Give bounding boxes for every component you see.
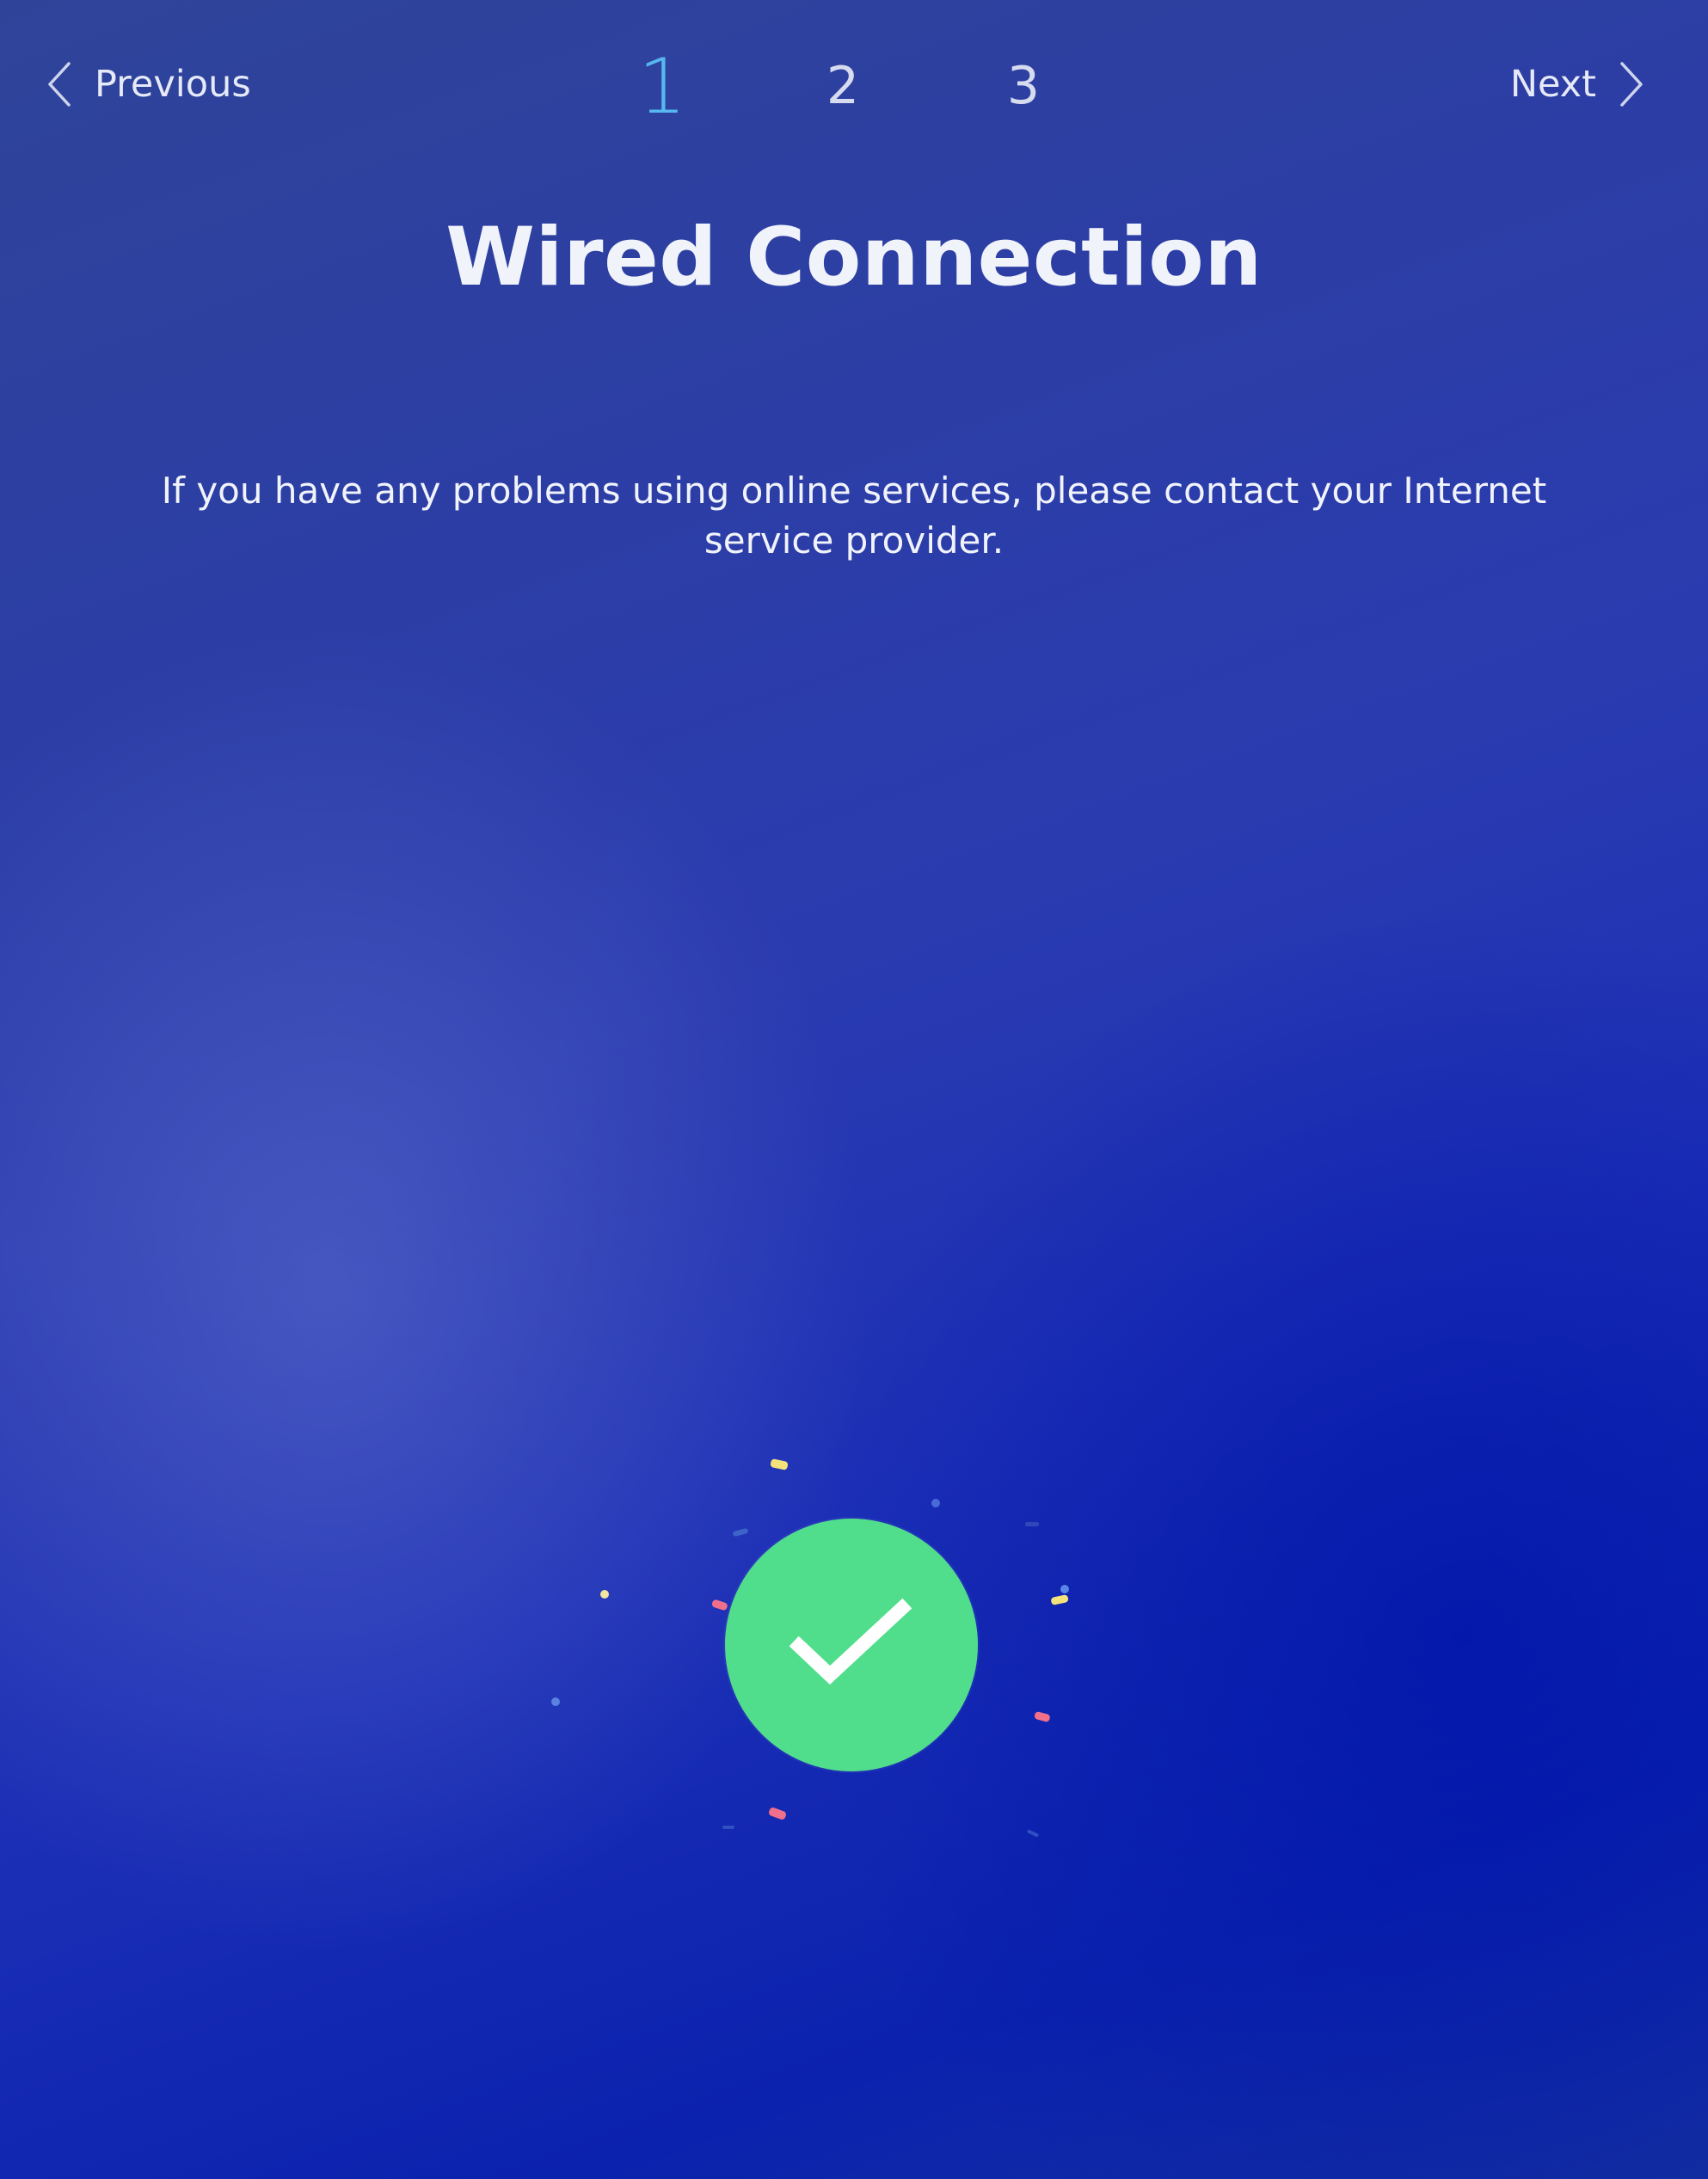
chevron-right-icon — [1619, 60, 1644, 108]
success-badge — [725, 1519, 978, 1771]
next-button[interactable]: Next — [1510, 53, 1644, 115]
next-label: Next — [1509, 63, 1596, 106]
checkmark-icon — [787, 1596, 916, 1694]
step-2[interactable]: 2 — [804, 34, 882, 138]
info-message: If you have any problems using online se… — [161, 470, 1547, 562]
page-title: Wired Connection — [445, 211, 1263, 304]
step-3[interactable]: 3 — [985, 34, 1062, 138]
top-navigation: Previous 1 2 3 Next — [0, 0, 1708, 172]
confetti-decoration — [551, 1458, 1069, 1838]
step-indicator: 1 2 3 — [0, 34, 1708, 138]
step-1[interactable]: 1 — [624, 34, 701, 138]
